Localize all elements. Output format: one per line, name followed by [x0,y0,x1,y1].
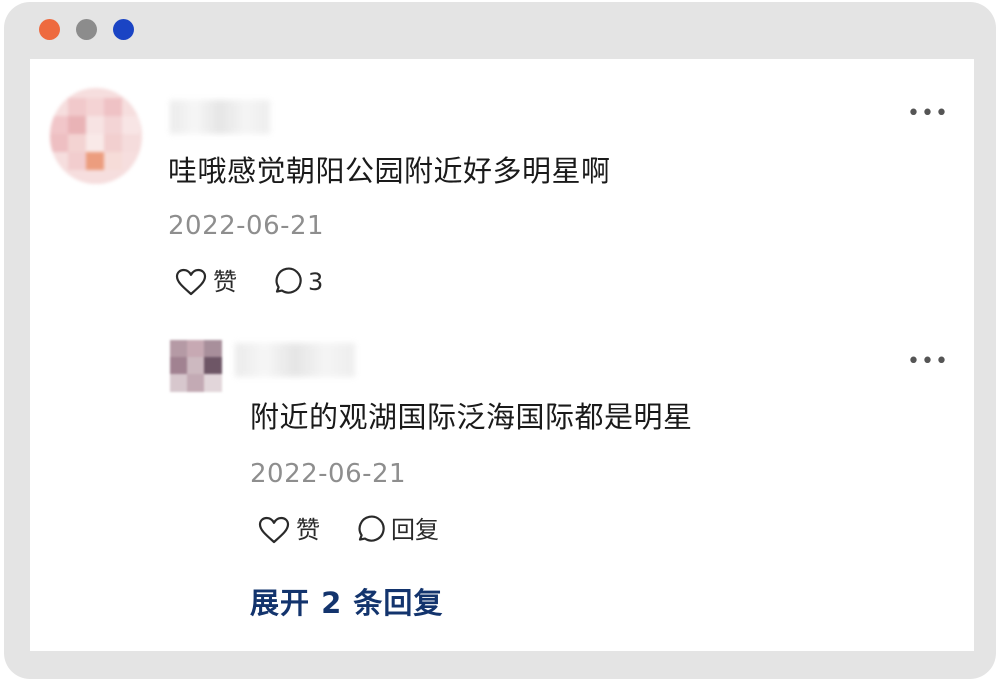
chat-bubble-icon [275,267,302,294]
reply-text: 附近的观湖国际泛海国际都是明星 [250,400,693,434]
reply-date: 2022-06-21 [250,459,407,489]
reply-username-redacted [235,343,355,377]
comment-reply-button[interactable]: 3 [272,267,323,297]
like-button[interactable]: 赞 [175,267,237,297]
reply-count: 3 [308,268,324,296]
heart-icon [258,516,290,544]
comment-text: 哇哦感觉朝阳公园附近好多明星啊 [168,154,611,188]
chat-bubble-icon [358,515,385,542]
close-window-button[interactable] [39,19,60,40]
reply-like-label: 赞 [296,516,320,544]
avatar[interactable] [50,88,142,184]
reply-reply-label: 回复 [391,516,439,544]
expand-replies-link[interactable]: 展开 2 条回复 [250,585,443,621]
like-label: 赞 [213,268,237,296]
reply-reply-button[interactable]: 回复 [355,515,439,545]
username-redacted [170,100,270,134]
more-icon[interactable]: ••• [907,103,948,125]
comment-panel: ••• 哇哦感觉朝阳公园附近好多明星啊 2022-06-21 赞 3 ••• 附… [30,59,974,651]
comment-date: 2022-06-21 [168,211,325,241]
reply-more-icon[interactable]: ••• [907,351,948,373]
heart-icon [175,268,207,296]
reply-avatar[interactable] [170,340,222,392]
maximize-window-button[interactable] [113,19,134,40]
reply-like-button[interactable]: 赞 [258,515,320,545]
minimize-window-button[interactable] [76,19,97,40]
